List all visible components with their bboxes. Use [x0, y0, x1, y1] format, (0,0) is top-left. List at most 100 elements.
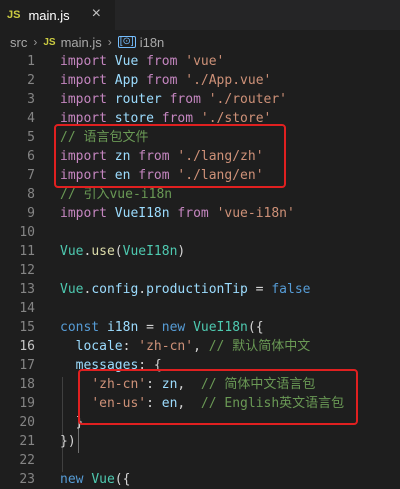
line-number: 1 — [27, 54, 35, 69]
code-token: import — [60, 206, 107, 221]
line-number: 5 — [27, 130, 35, 145]
code-text: locale: 'zh-cn', // 默认简体中文 — [60, 337, 311, 356]
line-number: 21 — [19, 434, 35, 449]
code-token: use — [91, 244, 115, 259]
code-token: 'zh-cn' — [138, 339, 194, 354]
code-line[interactable]: 23 new Vue({ — [0, 470, 400, 489]
breadcrumb-file[interactable]: main.js — [61, 35, 102, 50]
code-token: ({ — [114, 472, 131, 487]
line-number: 19 — [19, 396, 35, 411]
code-text: }) — [60, 432, 76, 451]
breadcrumb: src › JS main.js › [⊙] i18n — [0, 30, 400, 54]
line-number: 10 — [19, 225, 35, 240]
line-number: 9 — [27, 206, 35, 221]
code-line[interactable]: 16 locale: 'zh-cn', // 默认简体中文 — [0, 337, 400, 356]
code-token: 'vue-i18n' — [216, 206, 295, 221]
line-number: 2 — [27, 73, 35, 88]
code-token: Vue — [114, 54, 139, 69]
line-number: 16 — [19, 339, 35, 354]
code-text: const i18n = new VueI18n({ — [60, 318, 264, 337]
code-line[interactable]: 11 Vue.use(VueI18n) — [0, 242, 400, 261]
code-line[interactable]: 21}) — [0, 432, 400, 451]
line-number: 17 — [19, 358, 35, 373]
code-token: Vue — [60, 282, 84, 297]
code-editor[interactable]: 1 import Vue from 'vue' 2 import App from '… — [0, 52, 400, 489]
code-line[interactable]: 1 import Vue from 'vue' — [0, 52, 400, 71]
code-token: ({ — [247, 320, 264, 335]
code-line[interactable]: 13 Vue.config.productionTip = false — [0, 280, 400, 299]
line-number: 12 — [19, 263, 35, 278]
code-token: config — [91, 282, 139, 297]
chevron-right-icon: › — [33, 35, 38, 49]
code-token: , — [193, 339, 209, 354]
line-number: 15 — [19, 320, 35, 335]
code-text: Vue.config.productionTip = false — [60, 280, 310, 299]
code-token: = — [138, 320, 162, 335]
code-token: . — [138, 282, 147, 297]
code-token: App — [114, 73, 139, 88]
line-number: 7 — [27, 168, 35, 183]
code-token: // 引入vue-i18n — [60, 187, 173, 202]
code-token: import — [60, 54, 107, 69]
line-number: 18 — [19, 377, 35, 392]
code-line[interactable]: 3 import router from './router' — [0, 90, 400, 109]
code-line[interactable]: 12 — [0, 261, 400, 280]
line-number: 14 — [19, 301, 35, 316]
code-token: i18n — [106, 320, 139, 335]
line-number: 6 — [27, 149, 35, 164]
line-number: 13 — [19, 282, 35, 297]
code-text: new Vue({ — [60, 470, 130, 489]
tab-main-js[interactable]: JS main.js × — [0, 0, 115, 30]
tab-label: main.js — [28, 7, 70, 23]
code-token: // 默认简体中文 — [208, 339, 311, 354]
code-token: import — [60, 92, 107, 107]
line-number: 3 — [27, 92, 35, 107]
code-line[interactable]: 14 — [0, 299, 400, 318]
code-token: Vue — [60, 244, 84, 259]
code-text: import Vue from 'vue' — [60, 52, 224, 71]
code-token: import — [60, 73, 107, 88]
code-text: import App from './App.vue' — [60, 71, 271, 90]
code-line[interactable]: 22 — [0, 451, 400, 470]
code-token: new — [161, 320, 186, 335]
code-line[interactable]: 2 import App from './App.vue' — [0, 71, 400, 90]
breadcrumb-folder[interactable]: src — [10, 35, 27, 50]
highlight-box — [78, 369, 358, 425]
code-token: from — [146, 54, 178, 69]
code-token: false — [271, 282, 311, 297]
code-token: new — [60, 472, 84, 487]
code-line[interactable]: 10 — [0, 223, 400, 242]
code-token: from — [177, 206, 209, 221]
code-token: router — [114, 92, 162, 107]
code-token: VueI18n — [122, 244, 178, 259]
code-token: ( — [114, 244, 123, 259]
code-token: from — [146, 73, 178, 88]
line-number: 22 — [19, 453, 35, 468]
line-number: 8 — [27, 187, 35, 202]
code-line[interactable]: 9 import VueI18n from 'vue-i18n' — [0, 204, 400, 223]
code-token: }) — [60, 434, 76, 449]
breadcrumb-symbol[interactable]: i18n — [140, 35, 165, 50]
code-token: locale — [75, 339, 123, 354]
close-icon[interactable]: × — [92, 5, 101, 23]
code-text: Vue.use(VueI18n) — [60, 242, 185, 261]
code-token: ) — [177, 244, 186, 259]
highlight-box — [54, 124, 286, 188]
code-line[interactable]: 15 const i18n = new VueI18n({ — [0, 318, 400, 337]
code-token: productionTip — [146, 282, 248, 297]
code-token: './App.vue' — [185, 73, 272, 88]
javascript-file-icon: JS — [7, 9, 21, 21]
code-token: VueI18n — [193, 320, 248, 335]
